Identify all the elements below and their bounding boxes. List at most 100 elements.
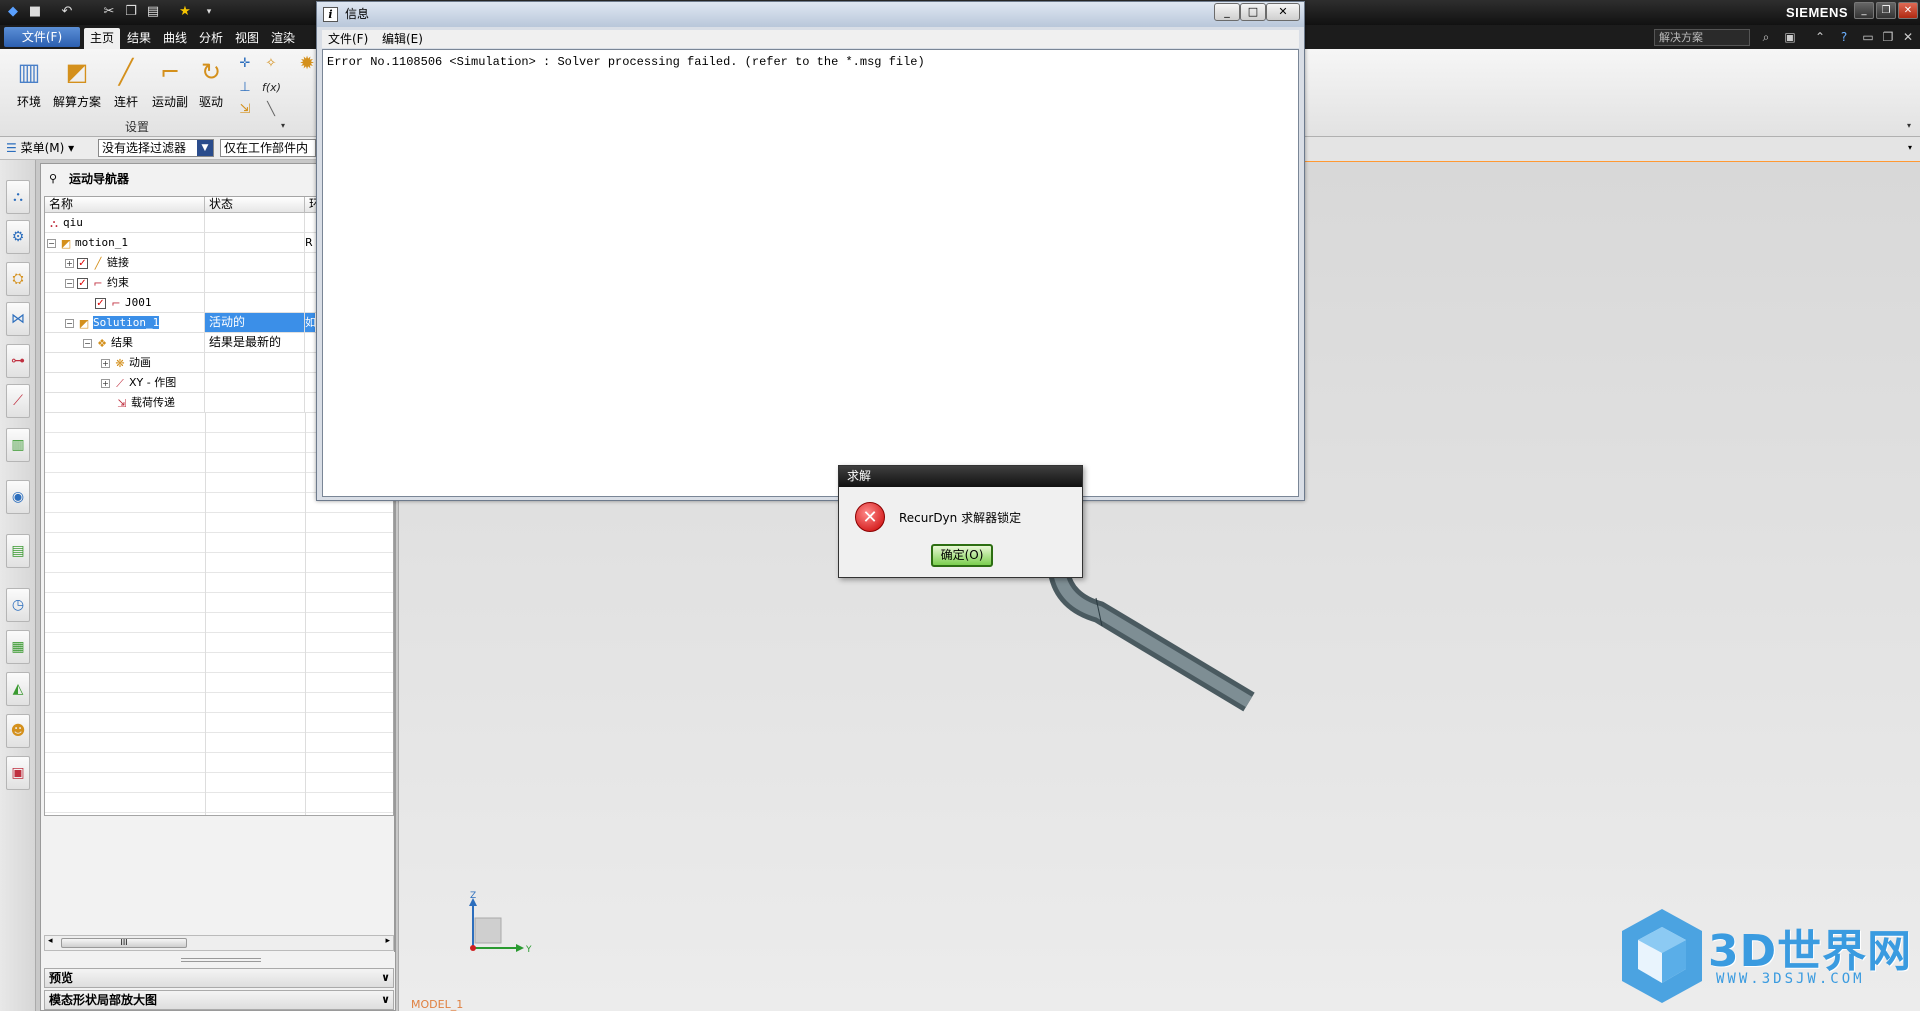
preview-panel[interactable]: 预览 ∨ [44, 968, 394, 988]
cut-icon[interactable]: ✂ [100, 3, 118, 21]
row-status [205, 273, 305, 292]
pin-icon[interactable]: ⚲ [49, 164, 57, 194]
search-icon[interactable]: ⌕ [1758, 29, 1774, 45]
scope-select[interactable]: 仅在工作部件内 [220, 139, 316, 157]
file-menu-tab[interactable]: 文件(F) [4, 27, 80, 47]
close-button[interactable]: ✕ [1266, 3, 1300, 21]
column-header-status[interactable]: 状态 [205, 197, 305, 213]
info-window-title-bar[interactable]: i 信息 _ □ ✕ [317, 2, 1304, 27]
info-text-area[interactable]: Error No.1108506 <Simulation> : Solver p… [322, 49, 1299, 497]
ribbon-collapse-icon[interactable]: ▾ [1900, 117, 1918, 135]
expand-icon[interactable]: + [101, 378, 110, 388]
triad-plane [474, 917, 502, 944]
maximize-button[interactable]: □ [1240, 3, 1266, 21]
expand-icon[interactable]: + [101, 358, 110, 368]
doc-restore-icon[interactable]: ❐ [1880, 29, 1896, 45]
y-axis-label: Y [525, 945, 532, 955]
checkbox-checked[interactable]: ✓ [77, 277, 88, 289]
triad-origin [470, 945, 476, 951]
help-icon[interactable]: ? [1836, 29, 1852, 45]
tab-curve[interactable]: 曲线 [158, 28, 192, 49]
document-tab[interactable]: ▤ [6, 534, 30, 568]
collapse-icon[interactable]: − [65, 318, 74, 328]
motion-navigator-tab[interactable]: ⛬ [6, 180, 30, 214]
column-header-name[interactable]: 名称 [45, 197, 205, 213]
chevron-down-icon[interactable]: ▾ [1908, 143, 1912, 152]
row-status: 结果是最新的 [205, 333, 305, 352]
star-icon[interactable]: ★ [176, 3, 194, 21]
scroll-right-icon[interactable]: ▸ [385, 936, 390, 946]
solution-button[interactable]: ◩ 解算方案 [52, 55, 102, 110]
gear-icon[interactable]: ✹ [298, 55, 316, 73]
horizontal-scrollbar[interactable]: ◂ III ▸ [44, 935, 394, 951]
dialog-title-bar[interactable]: 求解 [839, 466, 1082, 487]
palette-tab[interactable]: ▦ [6, 630, 30, 664]
roles-tab[interactable]: ☻ [6, 714, 30, 748]
type-filter-value: 没有选择过滤器 [102, 141, 187, 155]
system-materials-tab[interactable]: ◭ [6, 672, 30, 706]
joint-button[interactable]: ⌐ 运动副 [146, 55, 194, 110]
minimize-button[interactable]: _ [1214, 3, 1240, 21]
scroll-left-icon[interactable]: ◂ [48, 936, 53, 946]
copy-icon[interactable]: ❐ [122, 3, 140, 21]
chevron-up-icon[interactable]: ⌃ [1812, 29, 1828, 45]
information-window: i 信息 _ □ ✕ 文件(F) 编辑(E) Error No.1108506 <… [316, 1, 1305, 501]
collapse-icon[interactable]: − [65, 278, 74, 288]
expand-icon[interactable]: + [65, 258, 74, 268]
group-expand-icon[interactable]: ▾ [274, 117, 292, 135]
paste-icon[interactable]: ▤ [144, 3, 162, 21]
preview-panel-label: 预览 [49, 971, 74, 985]
nx-logo-icon[interactable]: ◆ [4, 3, 22, 21]
scope-value: 仅在工作部件内 [224, 141, 309, 155]
menu-file[interactable]: 文件(F) [328, 30, 368, 48]
minimize-button[interactable]: _ [1854, 2, 1874, 19]
reuse-library-tab[interactable]: ⊶ [6, 344, 30, 378]
fit-icon[interactable]: ▣ [1782, 29, 1798, 45]
menu-button[interactable]: ☰ 菜单(M) ▾ [6, 139, 74, 157]
roles-library-tab[interactable]: ▥ [6, 428, 30, 462]
tab-analysis[interactable]: 分析 [194, 28, 228, 49]
link-button[interactable]: ╱ 连杆 [101, 55, 151, 110]
save-icon[interactable]: ■ [26, 3, 44, 21]
row-status [205, 293, 305, 312]
z-axis-label: Z [470, 891, 476, 901]
scrollbar-thumb[interactable]: III [61, 938, 187, 948]
error-message-text: Error No.1108506 <Simulation> : Solver p… [327, 55, 925, 69]
load-icon[interactable]: ⇲ [236, 101, 254, 119]
coordinate-icon[interactable]: ⊥ [236, 79, 254, 97]
graph-tab[interactable]: ⟋ [6, 384, 30, 418]
web-browser-tab[interactable]: ◉ [6, 480, 30, 514]
visualization-tab[interactable]: ▣ [6, 756, 30, 790]
tab-render[interactable]: 渲染 [266, 28, 300, 49]
command-search-input[interactable]: 解决方案 [1654, 29, 1750, 46]
joint-icon: ⌐ [159, 58, 181, 86]
environment-button[interactable]: ▥ 环境 [4, 55, 54, 110]
dropdown-icon[interactable]: ▾ [200, 3, 218, 21]
restore-button[interactable]: ❐ [1876, 2, 1896, 19]
part-navigator-tab[interactable]: ⛭ [6, 262, 30, 296]
checkbox-checked[interactable]: ✓ [77, 257, 88, 269]
close-button[interactable]: ✕ [1898, 2, 1918, 19]
function-icon[interactable]: f(x) [262, 79, 281, 97]
mode-shape-panel[interactable]: 模态形状局部放大图 ∨ [44, 990, 394, 1010]
collapse-icon[interactable]: − [83, 338, 92, 348]
type-filter-select[interactable]: 没有选择过滤器 ▼ [98, 139, 214, 157]
marker-icon[interactable]: ✛ [236, 55, 254, 73]
menu-edit[interactable]: 编辑(E) [382, 30, 423, 48]
doc-minimize-icon[interactable]: ▭ [1860, 29, 1876, 45]
tab-results[interactable]: 结果 [122, 28, 156, 49]
tab-view[interactable]: 视图 [230, 28, 264, 49]
checkbox-checked[interactable]: ✓ [95, 297, 106, 309]
doc-close-icon[interactable]: ✕ [1900, 29, 1916, 45]
collapse-icon[interactable]: − [47, 238, 56, 248]
constraint-navigator-tab[interactable]: ⋈ [6, 302, 30, 336]
assembly-navigator-tab[interactable]: ⚙ [6, 220, 30, 254]
resource-bar: ⛬ ⚙ ⛭ ⋈ ⊶ ⟋ ▥ ◉ ▤ ◷ ▦ ◭ ☻ ▣ [0, 160, 36, 1011]
driver-button[interactable]: ↻ 驱动 [188, 55, 234, 110]
undo-icon[interactable]: ↶ [58, 3, 76, 21]
history-tab[interactable]: ◷ [6, 588, 30, 622]
tab-home[interactable]: 主页 [84, 28, 120, 49]
ok-button[interactable]: 确定(O) [931, 544, 993, 567]
spring-icon[interactable]: ✧ [262, 55, 280, 73]
splitter-grip[interactable] [181, 958, 261, 962]
